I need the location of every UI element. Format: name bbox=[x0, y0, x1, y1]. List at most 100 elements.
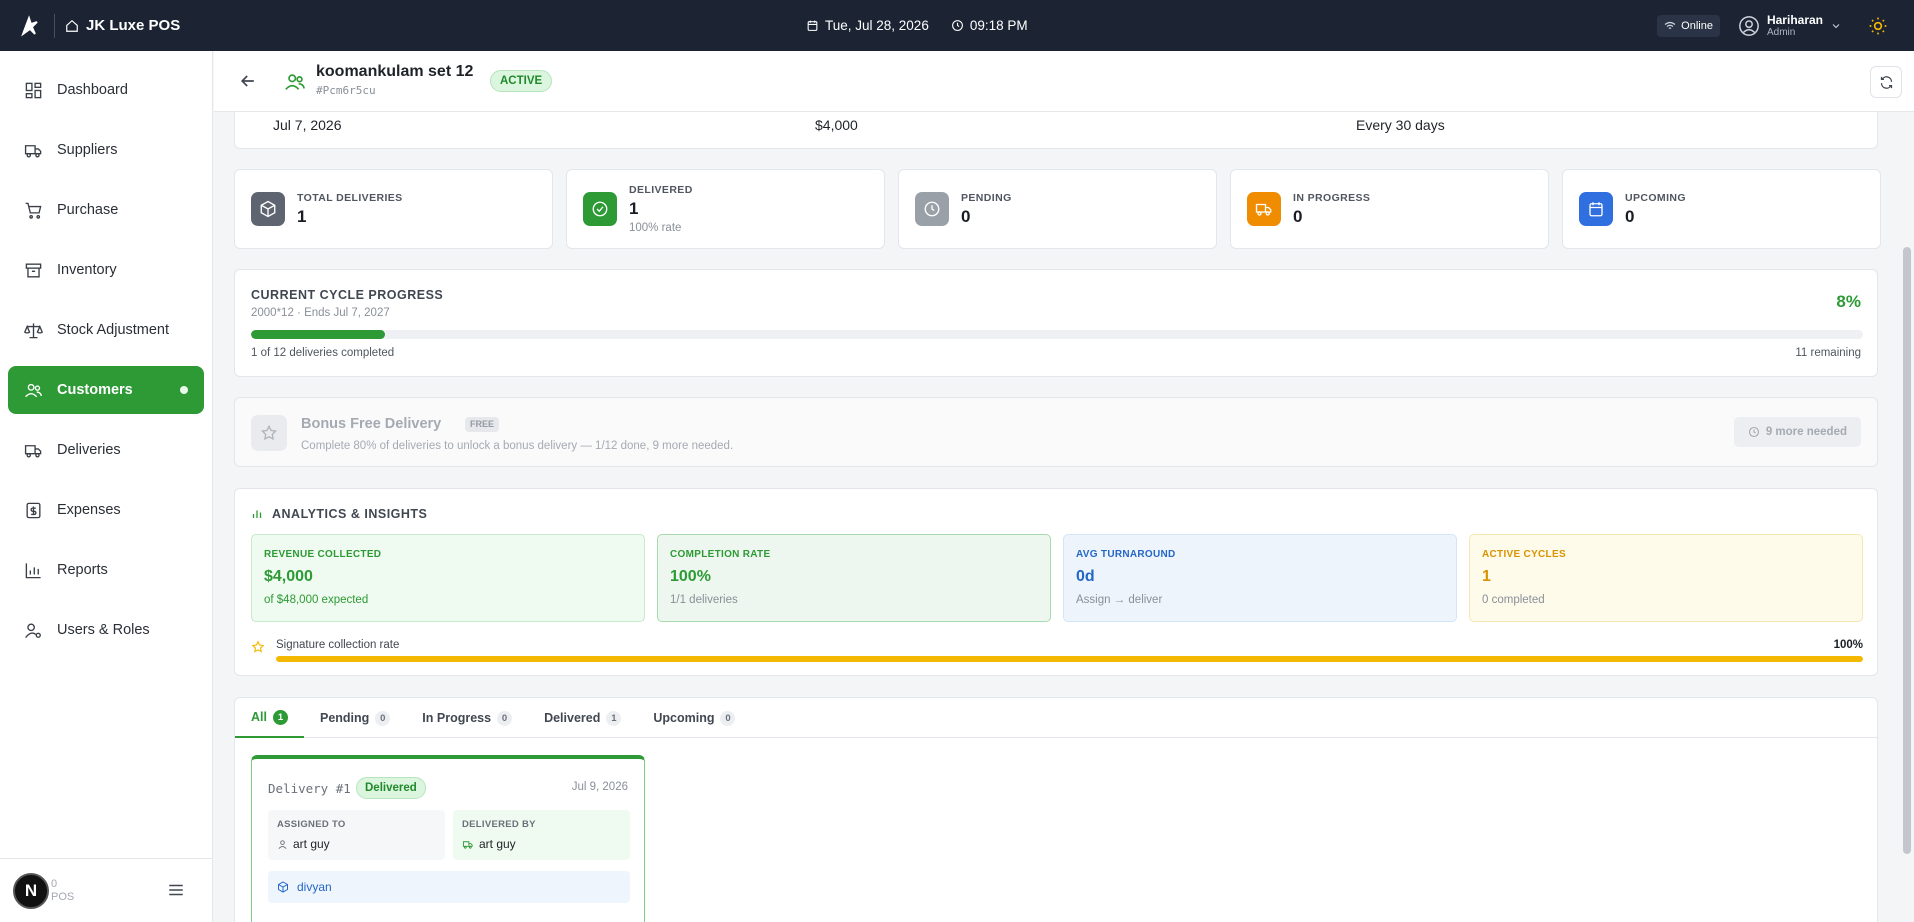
sidebar-item-label: Expenses bbox=[57, 502, 121, 518]
bar-chart-icon bbox=[252, 510, 262, 518]
receipt-icon bbox=[26, 502, 41, 518]
user-avatar-icon bbox=[1739, 15, 1759, 36]
refresh-icon bbox=[1880, 75, 1892, 89]
connection-status: Online bbox=[1657, 14, 1720, 37]
date-time: Tue, Jul 28, 2026 09:18 PM bbox=[806, 0, 1028, 51]
assigned-to-value: art guy bbox=[293, 837, 330, 851]
divider bbox=[54, 13, 55, 38]
cycle-completed-text: 1 of 12 deliveries completed bbox=[251, 347, 395, 359]
bonus-delivery-card: Bonus Free Delivery FREE Complete 80% of… bbox=[234, 397, 1878, 467]
cart-icon bbox=[25, 202, 42, 219]
refresh-button[interactable] bbox=[1870, 66, 1902, 98]
cycle-title: CURRENT CYCLE PROGRESS bbox=[251, 288, 444, 302]
sidebar: Dashboard Suppliers Purchase Inventory Stock… bbox=[0, 51, 213, 922]
metric-value: 1 bbox=[1482, 568, 1491, 585]
hamburger-menu-icon[interactable] bbox=[167, 881, 185, 899]
sidebar-item-reports[interactable]: Reports bbox=[8, 546, 204, 594]
metric-sub: Assign → deliver bbox=[1076, 594, 1163, 606]
tab-in-progress[interactable]: In Progress 0 bbox=[406, 698, 528, 738]
signature-value: 100% bbox=[1833, 639, 1863, 651]
sidebar-item-label: Reports bbox=[57, 562, 108, 578]
stat-card-delivered: DELIVERED 1 100% rate bbox=[566, 169, 885, 249]
product-item[interactable]: divyan bbox=[268, 871, 630, 903]
metric-value: 100% bbox=[670, 568, 711, 585]
stat-label: IN PROGRESS bbox=[1293, 192, 1371, 204]
tab-count: 0 bbox=[720, 710, 736, 726]
truck-icon bbox=[1247, 192, 1281, 226]
page-title: koomankulam set 12 bbox=[316, 63, 474, 80]
assigned-to-label: ASSIGNED TO bbox=[277, 819, 346, 830]
signature-rate: Signature collection rate 100% bbox=[251, 639, 1863, 663]
user-icon bbox=[278, 839, 287, 849]
sidebar-item-label: Customers bbox=[57, 382, 133, 398]
analytics-title: ANALYTICS & INSIGHTS bbox=[272, 507, 428, 521]
truck-icon bbox=[462, 840, 473, 849]
scrollbar[interactable] bbox=[1900, 112, 1914, 922]
stat-value: 1 bbox=[297, 207, 307, 226]
sidebar-item-customers[interactable]: Customers bbox=[8, 366, 204, 414]
sidebar-item-users-roles[interactable]: Users & Roles bbox=[8, 606, 204, 654]
app-logo-icon[interactable] bbox=[14, 10, 46, 42]
stat-card-in-progress: IN PROGRESS 0 bbox=[1230, 169, 1549, 249]
version-line-1: 0 bbox=[51, 877, 58, 890]
clock-icon bbox=[915, 192, 949, 226]
tab-pending[interactable]: Pending 0 bbox=[304, 698, 406, 738]
chart-icon bbox=[25, 562, 41, 578]
bonus-title: Bonus Free Delivery bbox=[301, 416, 442, 432]
back-arrow-icon[interactable] bbox=[238, 71, 258, 91]
cycle-progress-bar bbox=[251, 330, 1863, 339]
tab-label: All bbox=[251, 710, 267, 724]
signature-progress-bar bbox=[276, 656, 1863, 662]
user-cog-icon bbox=[25, 622, 41, 638]
sidebar-item-expenses[interactable]: Expenses bbox=[8, 486, 204, 534]
tab-delivered[interactable]: Delivered 1 bbox=[528, 698, 637, 738]
tab-count: 0 bbox=[497, 710, 513, 726]
sidebar-item-purchase[interactable]: Purchase bbox=[8, 186, 204, 234]
sidebar-item-label: Stock Adjustment bbox=[57, 322, 170, 338]
sidebar-item-dashboard[interactable]: Dashboard bbox=[8, 66, 204, 114]
box-icon bbox=[251, 192, 285, 226]
top-bar: JK Luxe POS Tue, Jul 28, 2026 09:18 PM O… bbox=[0, 0, 1914, 51]
start-date: Jul 7, 2026 bbox=[273, 117, 342, 133]
dev-badge[interactable]: N bbox=[13, 872, 49, 909]
sidebar-item-suppliers[interactable]: Suppliers bbox=[8, 126, 204, 174]
metric-completion-rate: COMPLETION RATE 100% 1/1 deliveries bbox=[657, 534, 1051, 622]
package-icon bbox=[278, 881, 288, 893]
delivered-by-value: art guy bbox=[479, 837, 516, 851]
users-icon bbox=[285, 74, 305, 90]
sun-icon[interactable] bbox=[1868, 16, 1888, 36]
delivery-card[interactable]: Delivery #1 Delivered Jul 9, 2026 ASSIGN… bbox=[251, 755, 645, 922]
sidebar-item-stock-adjustment[interactable]: Stock Adjustment bbox=[8, 306, 204, 354]
tab-label: Upcoming bbox=[653, 711, 715, 725]
tab-count: 1 bbox=[606, 710, 622, 726]
app-title[interactable]: JK Luxe POS bbox=[65, 17, 180, 34]
tab-count: 0 bbox=[375, 710, 391, 726]
stat-label: PENDING bbox=[961, 192, 1012, 204]
analytics-card: ANALYTICS & INSIGHTS REVENUE COLLECTED $4… bbox=[234, 488, 1878, 676]
sidebar-item-label: Deliveries bbox=[57, 442, 121, 458]
metric-label: REVENUE COLLECTED bbox=[264, 549, 382, 560]
scrollbar-thumb[interactable] bbox=[1903, 247, 1911, 854]
stat-value: 0 bbox=[961, 207, 971, 226]
clock-icon bbox=[1748, 426, 1759, 438]
calendar-icon bbox=[1579, 192, 1613, 226]
sidebar-item-label: Purchase bbox=[57, 202, 119, 218]
version-line-2: POS bbox=[51, 890, 75, 903]
frequency: Every 30 days bbox=[1356, 117, 1445, 133]
delivered-by-box: DELIVERED BY art guy bbox=[453, 810, 630, 860]
delivery-date: Jul 9, 2026 bbox=[571, 781, 628, 793]
delivery-status-badge: Delivered bbox=[356, 777, 426, 799]
sidebar-item-label: Users & Roles bbox=[57, 622, 150, 638]
scale-icon bbox=[24, 322, 43, 338]
user-menu[interactable]: Hariharan Admin bbox=[1738, 13, 1842, 38]
sidebar-item-inventory[interactable]: Inventory bbox=[8, 246, 204, 294]
tab-all[interactable]: All 1 bbox=[235, 698, 304, 738]
metric-label: ACTIVE CYCLES bbox=[1482, 549, 1566, 560]
record-id: #Pcm6r5cu bbox=[316, 84, 376, 97]
subscription-info-strip: Jul 7, 2026 $4,000 Every 30 days bbox=[234, 112, 1878, 149]
current-time: 09:18 PM bbox=[969, 18, 1028, 33]
metric-label: COMPLETION RATE bbox=[670, 549, 771, 560]
tab-upcoming[interactable]: Upcoming 0 bbox=[637, 698, 751, 738]
stat-card-pending: PENDING 0 bbox=[898, 169, 1217, 249]
sidebar-item-deliveries[interactable]: Deliveries bbox=[8, 426, 204, 474]
